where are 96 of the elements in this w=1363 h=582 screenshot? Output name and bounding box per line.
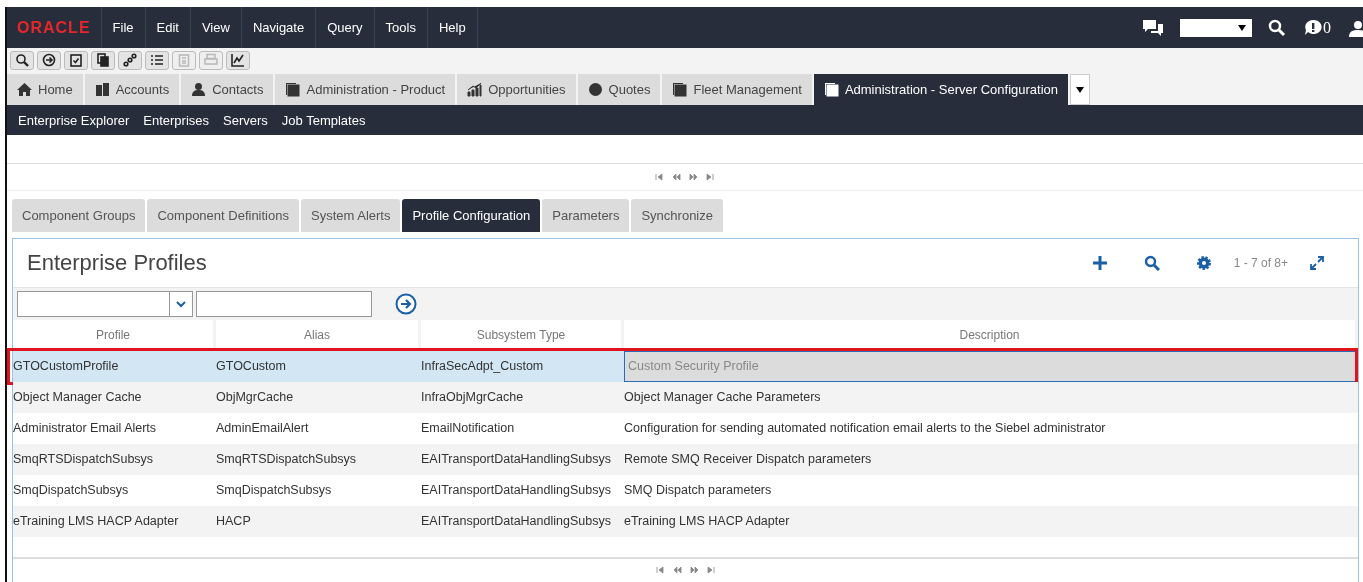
table-cell: Custom Security Profile xyxy=(624,351,1358,382)
caret-icon xyxy=(1238,24,1246,31)
bar-chart-icon xyxy=(467,82,483,97)
table-cell-text: HACP xyxy=(216,513,252,530)
first-page-icon[interactable] xyxy=(655,173,664,181)
screen-tab[interactable]: Administration - Product xyxy=(275,74,458,105)
toolbar-button[interactable] xyxy=(91,50,115,70)
screen-tab[interactable]: Fleet Management xyxy=(662,74,814,105)
next-page-icon[interactable] xyxy=(689,173,698,181)
table-cell-text: eTraining LMS HACP Adapter xyxy=(624,513,791,530)
arrow-circle-icon xyxy=(42,53,56,67)
user-icon[interactable] xyxy=(1349,18,1363,37)
toolbar-button[interactable] xyxy=(37,50,61,70)
table-cell-text: Object Manager Cache xyxy=(13,389,143,406)
view-tab[interactable]: Synchronize xyxy=(631,199,723,232)
screen-tab[interactable]: Administration - Server Configuration xyxy=(813,74,1071,105)
building-icon xyxy=(94,82,110,97)
query-dropdown[interactable] xyxy=(17,291,193,317)
expand-icon[interactable] xyxy=(1310,256,1324,270)
screen-tab[interactable]: Accounts xyxy=(84,74,182,105)
table-row[interactable]: Object Manager Cache ObjMgrCache InfraObjMgrCache Object Manager Cache Parameters xyxy=(13,382,1358,413)
table-cell-text: SMQ Dispatch parameters xyxy=(624,482,773,499)
copy-icon xyxy=(96,53,110,67)
dots-icon xyxy=(123,53,137,67)
page-icon xyxy=(823,82,839,97)
table-cell-text: Remote SMQ Receiver Dispatch parameters xyxy=(624,451,873,468)
screen-tab[interactable]: Home xyxy=(7,74,85,105)
view-tab[interactable]: Component Groups xyxy=(12,199,146,232)
add-icon[interactable] xyxy=(1091,255,1108,271)
last-page-icon[interactable] xyxy=(706,173,715,181)
table-cell-text: SmqDispatchSubsys xyxy=(13,482,130,499)
checklist-icon xyxy=(69,53,83,67)
table-cell-text: SmqRTSDispatchSubsys xyxy=(13,451,155,468)
screen-tab[interactable]: Quotes xyxy=(577,74,663,105)
view-tab[interactable]: Parameters xyxy=(542,199,630,232)
search-icon[interactable] xyxy=(1143,255,1160,271)
applet-title: Enterprise Profiles xyxy=(27,250,207,276)
table-cell-text: GTOCustomProfile xyxy=(13,358,120,375)
record-count: 1 - 7 of 8+ xyxy=(1233,256,1288,270)
table-cell-text: EAITransportDataHandlingSubsys xyxy=(421,451,612,468)
sub-navigation-link[interactable]: Enterprise Explorer xyxy=(11,112,137,128)
caret-icon xyxy=(1076,86,1085,93)
prev-page-icon[interactable] xyxy=(672,173,681,181)
table-cell-text: InfraSecAdpt_Custom xyxy=(421,358,545,375)
table-cell-text: InfraObjMgrCache xyxy=(421,389,525,406)
table-cell-text: Administrator Email Alerts xyxy=(13,420,158,437)
toolbar-button[interactable] xyxy=(118,50,142,70)
chat-icon[interactable] xyxy=(1142,18,1164,37)
view-tab[interactable]: System Alerts xyxy=(301,199,401,232)
table-cell-text: GTOCustom xyxy=(216,358,287,375)
view-tab[interactable]: Component Definitions xyxy=(147,199,299,232)
notification-button[interactable]: 0 xyxy=(1304,18,1331,37)
tab-overflow-button[interactable] xyxy=(1070,74,1091,105)
printer-icon xyxy=(204,53,218,67)
table-cell-text: EAITransportDataHandlingSubsys xyxy=(421,513,612,530)
screen-tab[interactable]: Contacts xyxy=(181,74,276,105)
search-icon[interactable] xyxy=(1268,18,1286,37)
circle-icon xyxy=(587,82,603,97)
table-row[interactable]: SmqRTSDispatchSubsys SmqRTSDispatchSubsys EAITransportDataHandlingSubsys Remote SMQ Receiver Dispatch parameters xyxy=(13,444,1358,475)
settings-icon[interactable] xyxy=(1195,255,1212,271)
clipboard-icon xyxy=(177,53,191,67)
table-cell-text: SmqDispatchSubsys xyxy=(216,482,333,499)
next-page-icon[interactable] xyxy=(689,566,699,574)
first-page-icon[interactable] xyxy=(655,566,665,574)
toolbar-button[interactable] xyxy=(10,50,34,70)
dropdown-field[interactable] xyxy=(1180,18,1252,37)
table-cell-text: AdminEmailAlert xyxy=(216,420,310,437)
sub-navigation-link[interactable]: Job Templates xyxy=(274,112,373,128)
table-cell-text: SmqRTSDispatchSubsys xyxy=(216,451,358,468)
table-cell-text: ObjMgrCache xyxy=(216,389,295,406)
line-chart-icon xyxy=(231,53,245,67)
person-icon xyxy=(191,82,207,97)
last-page-icon[interactable] xyxy=(706,566,716,574)
table-cell-text: EAITransportDataHandlingSubsys xyxy=(421,482,612,499)
list-icon xyxy=(150,53,164,67)
table-cell-text: EmailNotification xyxy=(421,420,516,437)
toolbar-button[interactable] xyxy=(226,50,250,70)
table-row[interactable]: eTraining LMS HACP Adapter HACP EAITransportDataHandlingSubsys eTraining LMS HACP Adapter xyxy=(13,506,1358,537)
table-cell-text: Object Manager Cache Parameters xyxy=(624,389,822,406)
view-tab[interactable]: Profile Configuration xyxy=(402,199,541,232)
table-cell-text: Configuration for sending automated notification email alerts to the Siebel administrator xyxy=(624,420,1107,437)
screen-tab[interactable]: Opportunities xyxy=(457,74,578,105)
chevron-icon xyxy=(176,300,186,308)
prev-page-icon[interactable] xyxy=(672,566,682,574)
toolbar-button[interactable] xyxy=(64,50,88,70)
query-field[interactable] xyxy=(196,291,372,317)
sub-navigation-link[interactable]: Enterprises xyxy=(136,112,217,128)
toolbar-button[interactable] xyxy=(145,50,169,70)
alert-bubble-icon xyxy=(1304,18,1322,37)
house-icon xyxy=(17,82,32,97)
search-icon xyxy=(15,53,29,67)
page-icon xyxy=(285,82,301,97)
page-icon xyxy=(672,82,688,97)
sub-navigation-link[interactable]: Servers xyxy=(216,112,275,128)
go-icon[interactable] xyxy=(395,293,417,315)
table-cell-text: eTraining LMS HACP Adapter xyxy=(13,513,180,530)
